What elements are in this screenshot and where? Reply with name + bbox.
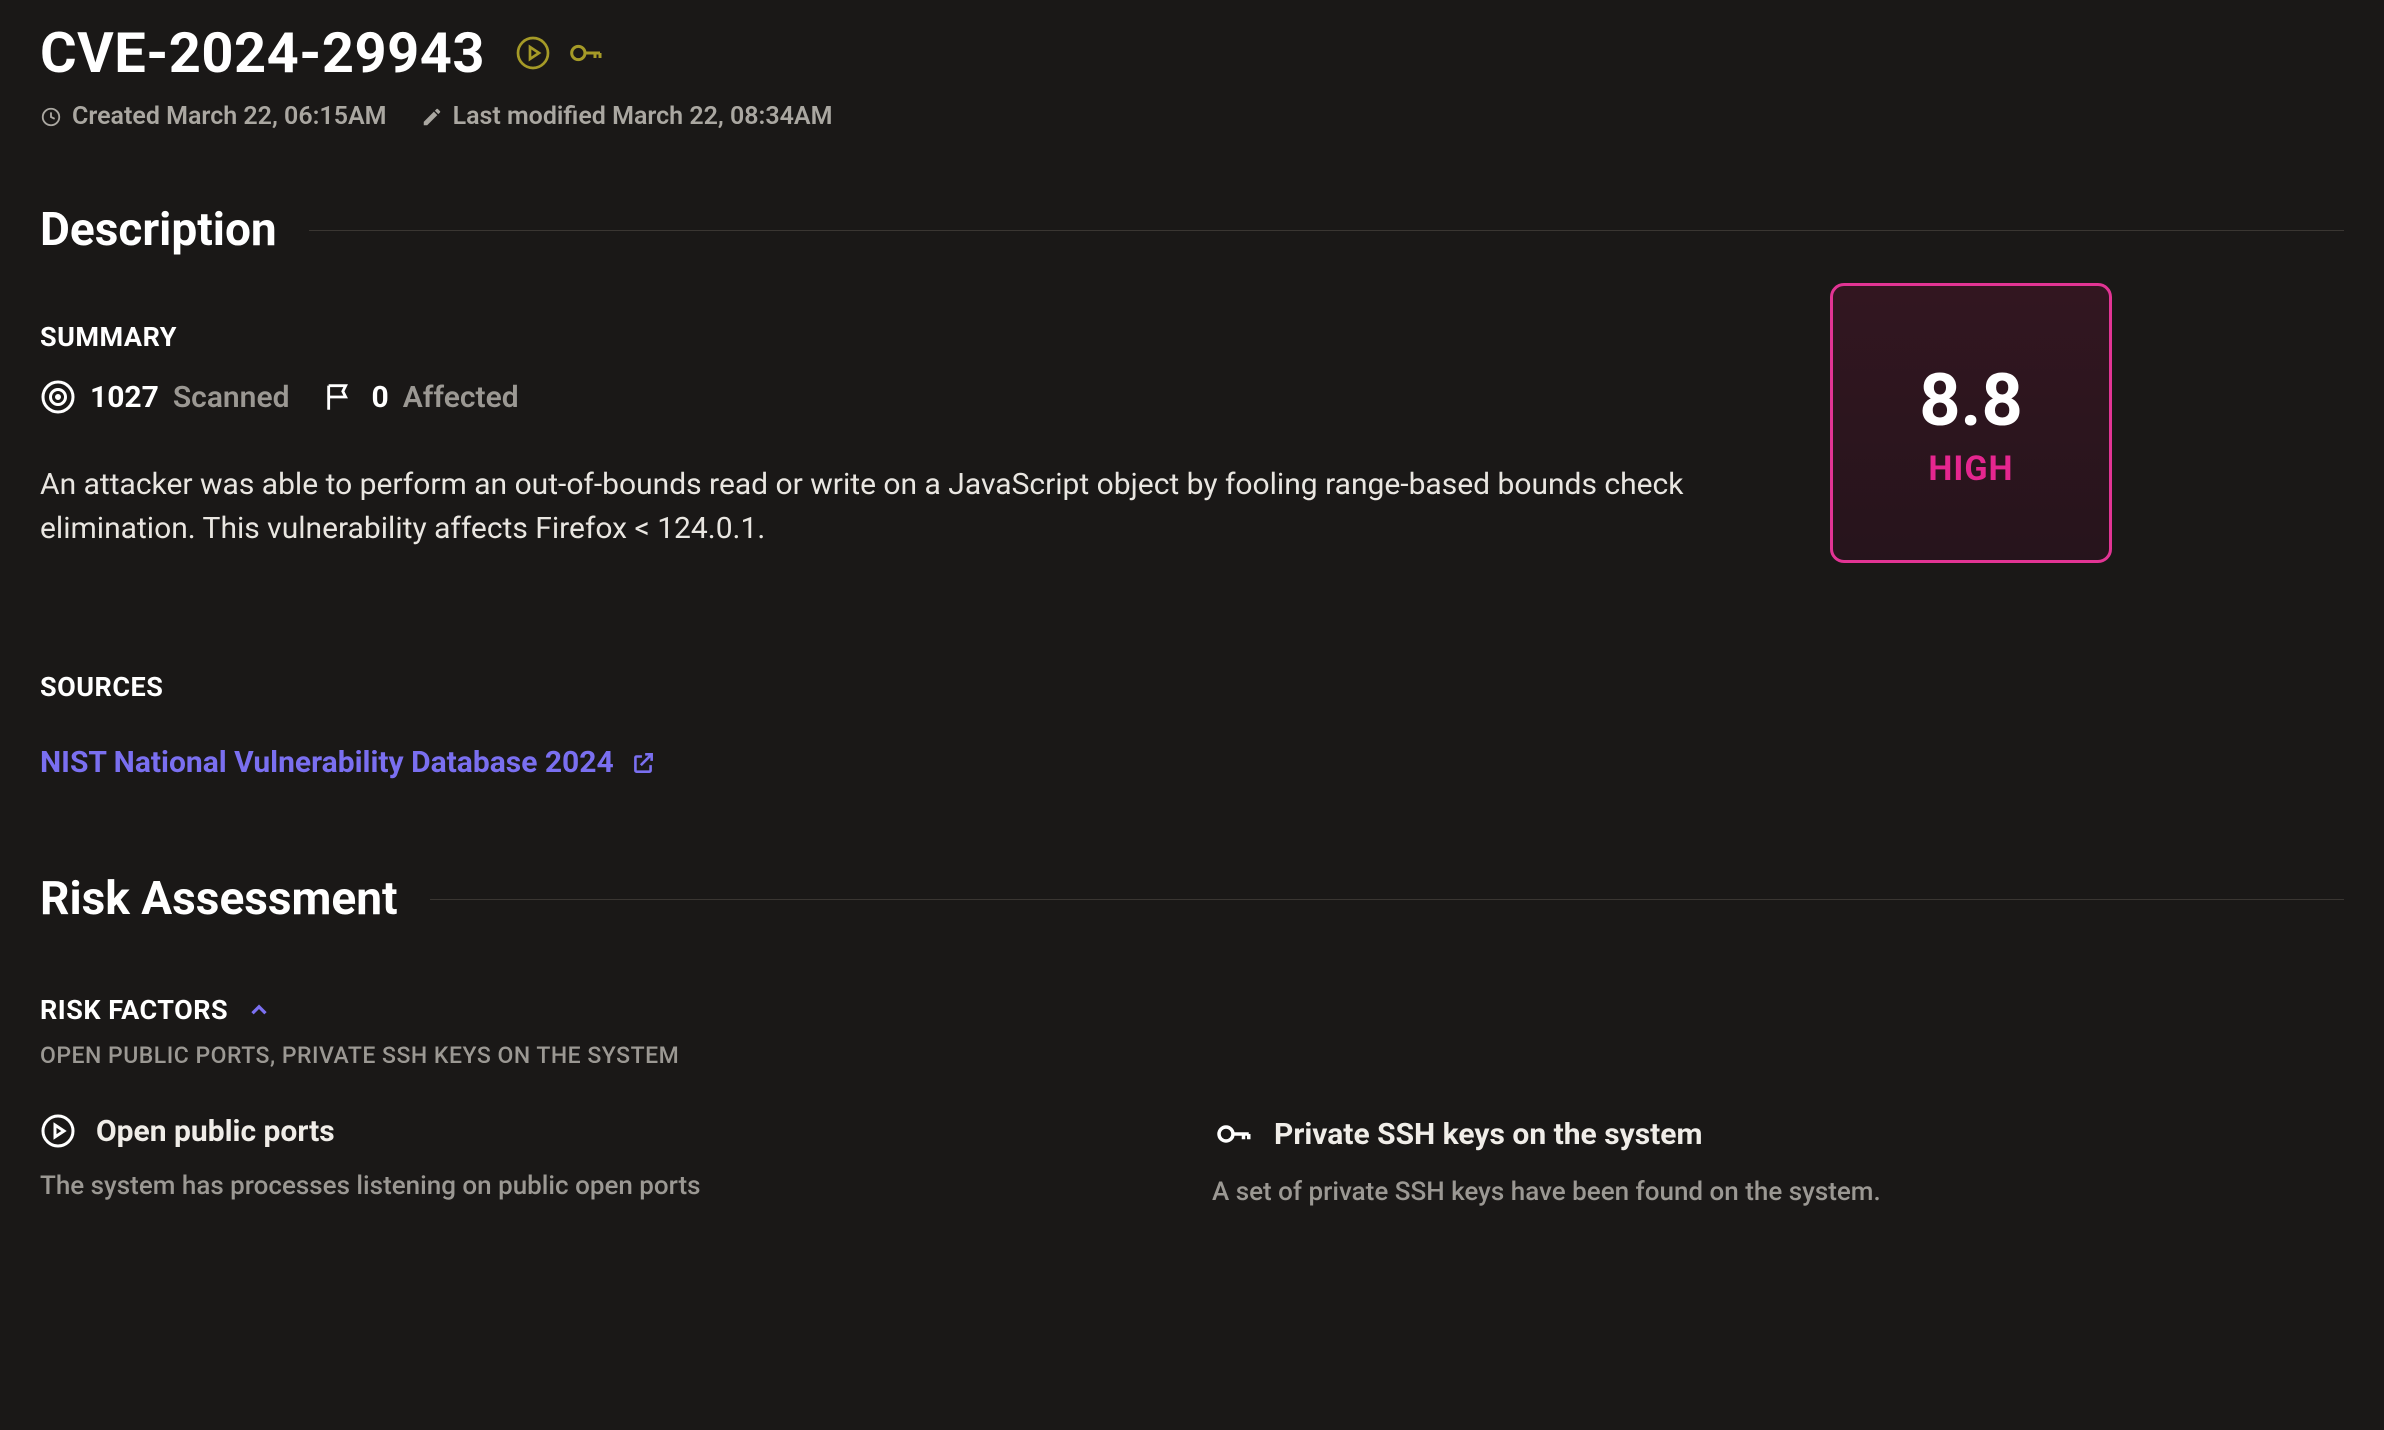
source-link[interactable]: NIST National Vulnerability Database 202… <box>40 745 656 780</box>
risk-desc: The system has processes listening on pu… <box>40 1171 1172 1201</box>
section-head-risk: Risk Assessment <box>40 872 2344 926</box>
scanned-stat: 1027 Scanned <box>40 379 289 415</box>
title-icons <box>515 33 605 73</box>
description-section: Description SUMMARY 1027 <box>40 203 2344 780</box>
key-icon[interactable] <box>565 33 605 73</box>
risk-section: Risk Assessment RISK FACTORS OPEN PUBLIC… <box>40 872 2344 1207</box>
risk-factors-label: RISK FACTORS <box>40 994 228 1026</box>
risk-factors-head[interactable]: RISK FACTORS <box>40 994 2344 1026</box>
risk-title-text: Private SSH keys on the system <box>1274 1117 1702 1152</box>
risk-item-ssh-keys: Private SSH keys on the system A set of … <box>1212 1113 2344 1207</box>
play-circle-icon <box>40 1113 76 1149</box>
section-title-description: Description <box>40 203 277 257</box>
pencil-icon <box>421 106 443 128</box>
meta-row: Created March 22, 06:15AM Last modified … <box>40 102 2344 131</box>
affected-count: 0 <box>371 380 388 415</box>
affected-stat: 0 Affected <box>323 380 518 415</box>
summary-text: An attacker was able to perform an out-o… <box>40 463 1700 552</box>
modified-meta: Last modified March 22, 08:34AM <box>421 102 833 131</box>
modified-text: Last modified March 22, 08:34AM <box>453 102 833 131</box>
flag-icon <box>323 380 357 414</box>
risk-item-open-ports: Open public ports The system has process… <box>40 1113 1172 1207</box>
scanned-label: Scanned <box>173 380 290 415</box>
section-rule <box>309 230 2344 231</box>
affected-label: Affected <box>403 380 519 415</box>
risk-factors-sub: OPEN PUBLIC PORTS, PRIVATE SSH KEYS ON T… <box>40 1042 2344 1069</box>
summary-left: SUMMARY 1027 Scanned <box>40 257 1790 552</box>
key-icon <box>1212 1113 1254 1155</box>
sources-heading: SOURCES <box>40 671 2344 703</box>
page: CVE-2024-29943 <box>0 0 2384 1247</box>
target-icon <box>40 379 76 415</box>
score-label: HIGH <box>1928 449 2013 489</box>
score-card: 8.8 HIGH <box>1830 283 2112 563</box>
play-circle-icon[interactable] <box>515 35 551 71</box>
page-title: CVE-2024-29943 <box>40 20 485 86</box>
risk-grid: Open public ports The system has process… <box>40 1113 2344 1207</box>
sources-list: NIST National Vulnerability Database 202… <box>40 745 2344 780</box>
stats-row: 1027 Scanned 0 Affected <box>40 379 1790 415</box>
section-rule-risk <box>430 899 2344 900</box>
created-meta: Created March 22, 06:15AM <box>40 102 387 131</box>
summary-wrap: SUMMARY 1027 Scanned <box>40 257 2344 563</box>
risk-title-text: Open public ports <box>96 1114 335 1149</box>
clock-icon <box>40 106 62 128</box>
chevron-up-icon <box>246 997 272 1023</box>
external-link-icon <box>630 750 656 776</box>
title-row: CVE-2024-29943 <box>40 20 2344 86</box>
section-title-risk: Risk Assessment <box>40 872 398 926</box>
score-value: 8.8 <box>1919 358 2023 443</box>
scanned-count: 1027 <box>90 380 159 415</box>
section-head: Description <box>40 203 2344 257</box>
risk-title: Private SSH keys on the system <box>1212 1113 2344 1155</box>
source-link-label: NIST National Vulnerability Database 202… <box>40 745 614 780</box>
summary-heading: SUMMARY <box>40 321 1790 353</box>
created-text: Created March 22, 06:15AM <box>72 102 387 131</box>
risk-title: Open public ports <box>40 1113 1172 1149</box>
risk-desc: A set of private SSH keys have been foun… <box>1212 1177 2344 1207</box>
